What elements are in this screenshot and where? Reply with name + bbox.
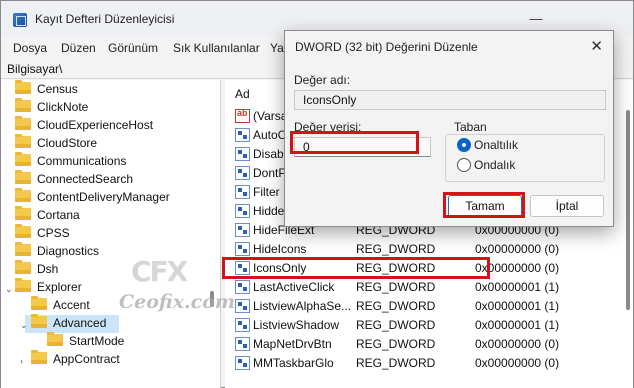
folder-icon — [15, 152, 31, 166]
menu-favorites[interactable]: Sık Kullanılanlar — [173, 41, 260, 55]
ab-icon-label: ab — [237, 108, 248, 118]
dword-value-icon — [235, 128, 250, 142]
folder-icon — [15, 98, 31, 112]
minimize-button[interactable]: — — [521, 9, 551, 29]
watermark-text: Ceofix.com — [119, 291, 235, 313]
menu-file[interactable]: Dosya — [13, 41, 47, 55]
dword-value-icon — [235, 280, 250, 294]
dialog-title: DWORD (32 bit) Değerini Düzenle — [295, 40, 478, 54]
folder-icon — [31, 296, 47, 310]
tree-item-clicknote[interactable]: ClickNote — [15, 98, 88, 118]
menu-view[interactable]: Görünüm — [108, 41, 158, 55]
folder-icon — [31, 350, 47, 364]
tree-item-accent[interactable]: Accent — [31, 296, 90, 316]
folder-icon — [15, 134, 31, 148]
tree-item-explorer[interactable]: Explorer — [15, 278, 82, 298]
tree-item-diagnostics[interactable]: Diagnostics — [15, 242, 99, 262]
registry-editor-icon — [13, 13, 27, 27]
radio-decimal-label[interactable]: Ondalık — [474, 158, 515, 172]
dword-value-icon — [235, 318, 250, 332]
iconsonly-highlight-frame — [222, 257, 490, 279]
base-label: Taban — [451, 120, 490, 134]
dword-value-icon — [235, 166, 250, 180]
folder-icon — [15, 188, 31, 202]
folder-icon — [31, 314, 47, 328]
dialog-close-button[interactable]: ✕ — [590, 37, 603, 55]
folder-icon — [15, 278, 31, 292]
dword-value-icon — [235, 356, 250, 370]
tree-item-cloudstore[interactable]: CloudStore — [15, 134, 97, 154]
folder-icon — [15, 206, 31, 220]
dword-value-icon — [235, 242, 250, 256]
menu-edit[interactable]: Düzen — [61, 41, 96, 55]
window-title: Kayıt Defteri Düzenleyicisi — [35, 12, 175, 26]
tree-item-startmode[interactable]: StartMode — [47, 332, 124, 352]
watermark-logo: CFX — [131, 255, 188, 288]
tree-item-appcontract[interactable]: AppContract — [31, 350, 120, 370]
list-row[interactable]: ListviewAlphaSe... REG_DWORD 0x00000001 (1… — [225, 297, 633, 316]
tree-item-contentdeliverymanager[interactable]: ContentDeliveryManager — [15, 188, 170, 208]
radio-hexadecimal[interactable] — [457, 138, 471, 152]
tree-item-cpss[interactable]: CPSS — [15, 224, 70, 244]
folder-icon — [15, 224, 31, 238]
dword-value-icon — [235, 147, 250, 161]
chevron-right-icon[interactable]: › — [20, 356, 23, 366]
dword-value-icon — [235, 185, 250, 199]
list-row[interactable]: MapNetDrvBtn REG_DWORD 0x00000000 (0) — [225, 335, 633, 354]
tree-item-communications[interactable]: Communications — [15, 152, 126, 172]
value-name-label: Değer adı: — [294, 73, 351, 87]
list-row[interactable]: LastActiveClick REG_DWORD 0x00000001 (1) — [225, 278, 633, 297]
value-name-field: IconsOnly — [294, 90, 606, 110]
address-path: Bilgisayar\ — [7, 62, 63, 76]
folder-icon — [15, 170, 31, 184]
list-scrollbar[interactable] — [626, 110, 630, 310]
tree-item-cloudexperiencehost[interactable]: CloudExperienceHost — [15, 116, 153, 136]
radio-decimal[interactable] — [457, 158, 471, 172]
cancel-button[interactable]: İptal — [530, 195, 604, 217]
list-row[interactable]: MMTaskbarGlo REG_DWORD 0x00000000 (0) — [225, 354, 633, 373]
tree-item-advanced[interactable]: Advanced — [31, 314, 106, 334]
chevron-down-icon[interactable]: ⌄ — [20, 320, 28, 331]
radio-hexadecimal-label[interactable]: Onaltılık — [474, 138, 518, 152]
folder-icon — [15, 242, 31, 256]
dword-value-icon — [235, 223, 250, 237]
column-header-name[interactable]: Ad — [235, 87, 250, 101]
folder-icon — [15, 260, 31, 274]
tree-item-cortana[interactable]: Cortana — [15, 206, 80, 226]
key-tree: Census ClickNote CloudExperienceHost Clo… — [1, 80, 221, 388]
folder-icon — [47, 332, 63, 346]
tree-item-connectedsearch[interactable]: ConnectedSearch — [15, 170, 133, 190]
folder-icon — [15, 116, 31, 130]
dword-value-icon — [235, 204, 250, 218]
value-data-highlight-frame — [290, 131, 419, 154]
chevron-down-icon[interactable]: ⌄ — [5, 284, 13, 295]
folder-icon — [15, 80, 31, 94]
dword-value-icon — [235, 299, 250, 313]
ok-button-highlight-frame — [443, 192, 525, 218]
tree-item-census[interactable]: Census — [15, 80, 78, 100]
dword-value-icon — [235, 337, 250, 351]
list-row[interactable]: ListviewShadow REG_DWORD 0x00000001 (1) — [225, 316, 633, 335]
